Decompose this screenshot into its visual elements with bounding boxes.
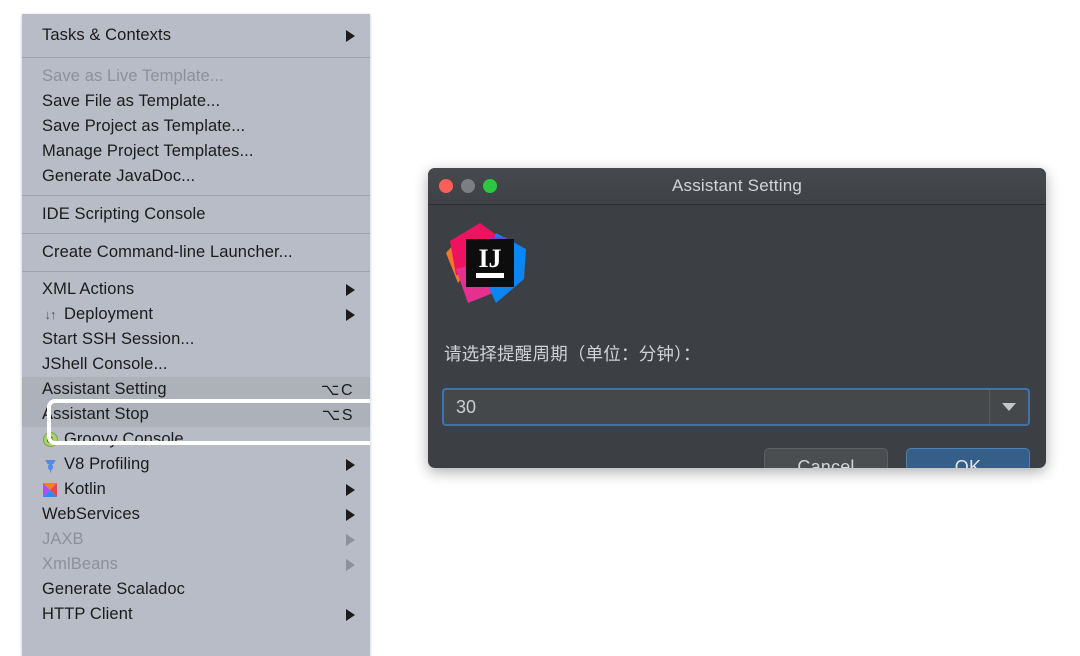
submenu-arrow-icon: [346, 608, 355, 621]
menu-item-label: Groovy Console: [64, 430, 184, 448]
menu-item-label: XmlBeans: [42, 555, 119, 573]
submenu-arrow-icon: [346, 483, 355, 496]
menu-group-launcher: Create Command-line Launcher...: [22, 234, 370, 271]
menu-item-deployment[interactable]: ↓↑ Deployment: [22, 302, 370, 327]
menu-item-label: Manage Project Templates...: [42, 142, 254, 160]
window-controls[interactable]: [439, 179, 497, 193]
menu-item-save-file-as-template[interactable]: Save File as Template...: [22, 89, 370, 114]
menu-item-label: Kotlin: [64, 480, 106, 498]
tools-context-menu[interactable]: Tasks & Contexts Save as Live Template..…: [22, 14, 370, 656]
menu-item-groovy-console[interactable]: G Groovy Console: [22, 427, 370, 452]
logo-ij-text: IJ: [478, 244, 501, 273]
menu-item-save-project-as-template[interactable]: Save Project as Template...: [22, 114, 370, 139]
menu-item-label: Generate JavaDoc...: [42, 167, 196, 185]
menu-item-generate-scaladoc[interactable]: Generate Scaladoc: [22, 577, 370, 602]
submenu-arrow-icon: [346, 283, 355, 296]
submenu-arrow-icon: [346, 29, 355, 42]
dialog-title: Assistant Setting: [671, 176, 803, 195]
menu-item-label: Assistant Stop: [42, 405, 149, 423]
menu-item-xmlbeans[interactable]: XmlBeans: [22, 552, 370, 577]
reminder-period-value[interactable]: 30: [444, 390, 989, 424]
kotlin-icon: [40, 481, 60, 499]
menu-group-tools: XML Actions ↓↑ Deployment Start SSH Sess…: [22, 277, 370, 627]
menu-item-label: IDE Scripting Console: [42, 205, 206, 223]
submenu-arrow-icon: [346, 558, 355, 571]
submenu-arrow-icon: [346, 533, 355, 546]
submenu-arrow-icon: [346, 508, 355, 521]
menu-group-templates: Save as Live Template... Save File as Te…: [22, 64, 370, 189]
menu-item-v8-profiling[interactable]: V8 Profiling: [22, 452, 370, 477]
groovy-icon: G: [40, 431, 60, 449]
submenu-arrow-icon: [346, 308, 355, 321]
menu-item-label: Save as Live Template...: [42, 67, 224, 85]
menu-item-create-command-line-launcher[interactable]: Create Command-line Launcher...: [22, 234, 370, 271]
menu-item-kotlin[interactable]: Kotlin: [22, 477, 370, 502]
menu-item-label: HTTP Client: [42, 605, 133, 623]
menu-item-save-as-live-template[interactable]: Save as Live Template...: [22, 64, 370, 89]
menu-item-label: XML Actions: [42, 280, 135, 298]
dialog-body: IJ 请选择提醒周期（单位：分钟）： 30 Cancel OK: [428, 205, 1046, 468]
menu-item-tasks-and-contexts[interactable]: Tasks & Contexts: [22, 14, 370, 57]
menu-item-label: Deployment: [64, 305, 154, 323]
menu-item-jaxb[interactable]: JAXB: [22, 527, 370, 552]
assistant-setting-dialog[interactable]: Assistant Setting IJ 请选择提醒周期（单位：分钟）： 30 …: [428, 168, 1046, 468]
menu-group-scripting: IDE Scripting Console: [22, 196, 370, 233]
menu-item-label: Start SSH Session...: [42, 330, 195, 348]
reminder-period-label: 请选择提醒周期（单位：分钟）：: [444, 344, 701, 364]
menu-item-shortcut: ⌥C: [321, 381, 354, 399]
dialog-button-row: Cancel OK: [764, 448, 1030, 468]
menu-item-xml-actions[interactable]: XML Actions: [22, 277, 370, 302]
chevron-down-icon: [1002, 403, 1016, 411]
menu-item-ide-scripting-console[interactable]: IDE Scripting Console: [22, 196, 370, 233]
menu-item-label: JShell Console...: [42, 355, 168, 373]
deployment-icon: ↓↑: [40, 306, 60, 324]
menu-item-label: Save Project as Template...: [42, 117, 246, 135]
menu-item-jshell-console[interactable]: JShell Console...: [22, 352, 370, 377]
submenu-arrow-icon: [346, 458, 355, 471]
menu-item-assistant-setting[interactable]: Assistant Setting ⌥C: [22, 377, 370, 402]
menu-separator: [22, 57, 370, 58]
combobox-dropdown-button[interactable]: [989, 390, 1028, 424]
close-button[interactable]: [439, 179, 453, 193]
intellij-idea-logo: IJ: [440, 217, 532, 309]
menu-item-label: Tasks & Contexts: [42, 26, 172, 44]
menu-item-shortcut: ⌥S: [321, 406, 354, 424]
ok-button[interactable]: OK: [906, 448, 1030, 468]
menu-item-http-client[interactable]: HTTP Client: [22, 602, 370, 627]
v8-icon-svg: [43, 459, 57, 472]
menu-item-label: Save File as Template...: [42, 92, 221, 110]
menu-item-generate-javadoc[interactable]: Generate JavaDoc...: [22, 164, 370, 189]
menu-item-label: WebServices: [42, 505, 140, 523]
dialog-titlebar[interactable]: Assistant Setting: [428, 168, 1046, 205]
v8-icon: [40, 456, 60, 474]
zoom-button[interactable]: [483, 179, 497, 193]
kotlin-icon-svg: [43, 482, 57, 497]
groovy-icon-glyph: G: [42, 432, 58, 447]
menu-item-start-ssh-session[interactable]: Start SSH Session...: [22, 327, 370, 352]
menu-separator: [22, 271, 370, 272]
menu-item-webservices[interactable]: WebServices: [22, 502, 370, 527]
reminder-period-combobox[interactable]: 30: [442, 388, 1030, 426]
intellij-idea-logo-svg: IJ: [446, 223, 526, 303]
menu-item-label: Assistant Setting: [42, 380, 167, 398]
menu-item-label: V8 Profiling: [64, 455, 150, 473]
menu-item-label: JAXB: [42, 530, 84, 548]
menu-item-assistant-stop[interactable]: Assistant Stop ⌥S: [22, 402, 370, 427]
cancel-button[interactable]: Cancel: [764, 448, 888, 468]
menu-item-label: Create Command-line Launcher...: [42, 243, 293, 261]
screenshot-root: Tasks & Contexts Save as Live Template..…: [0, 0, 1080, 656]
deployment-icon-glyph: ↓↑: [44, 307, 57, 322]
menu-item-label: Generate Scaladoc: [42, 580, 185, 598]
minimize-button[interactable]: [461, 179, 475, 193]
menu-group-tasks: Tasks & Contexts: [22, 14, 370, 57]
menu-item-manage-project-templates[interactable]: Manage Project Templates...: [22, 139, 370, 164]
